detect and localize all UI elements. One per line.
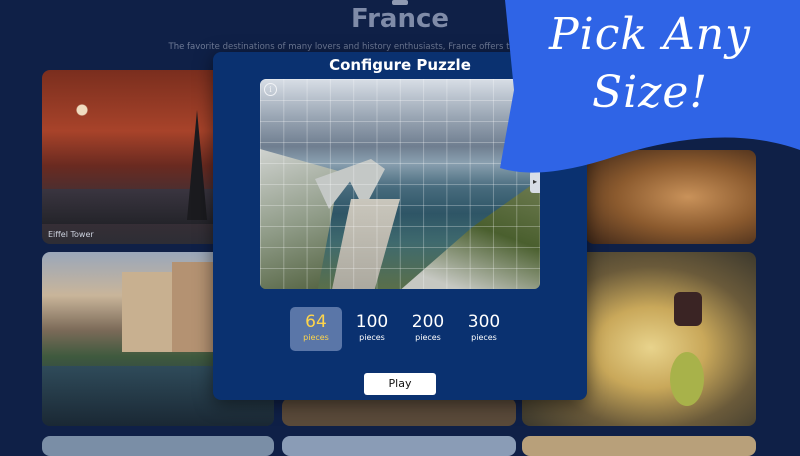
piece-label: pieces — [415, 333, 441, 342]
house-shape — [122, 272, 172, 352]
eiffel-tower-shape — [187, 110, 207, 220]
piece-option-200[interactable]: 200 pieces — [402, 307, 454, 351]
promo-line-2: Size! — [591, 67, 709, 118]
piece-count: 64 — [305, 312, 327, 332]
jar-shape — [674, 292, 702, 326]
promo-line-1: Pick Any — [549, 9, 751, 60]
piece-count: 200 — [411, 312, 445, 332]
piece-count: 100 — [355, 312, 389, 332]
tile-food[interactable] — [282, 398, 516, 426]
piece-option-64[interactable]: 64 pieces — [290, 307, 342, 351]
piece-option-300[interactable]: 300 pieces — [458, 307, 510, 351]
play-button[interactable]: Play — [364, 373, 436, 395]
piece-label: pieces — [303, 333, 329, 342]
tile-row3-right[interactable] — [522, 436, 756, 456]
puzzle-grid-overlay — [260, 79, 540, 289]
tile-caption: Eiffel Tower — [48, 230, 94, 239]
promo-text: Pick Any Size! — [500, 6, 800, 122]
tile-row3-middle[interactable] — [282, 436, 516, 456]
piece-label: pieces — [471, 333, 497, 342]
tile-row3-left[interactable] — [42, 436, 274, 456]
piece-option-100[interactable]: 100 pieces — [346, 307, 398, 351]
puzzle-preview-image: i ▸ — [260, 79, 540, 289]
promo-banner: Pick Any Size! — [500, 0, 800, 175]
piece-label: pieces — [359, 333, 385, 342]
piece-count: 300 — [467, 312, 501, 332]
info-icon[interactable]: i — [264, 83, 277, 96]
pear-shape — [670, 352, 704, 406]
